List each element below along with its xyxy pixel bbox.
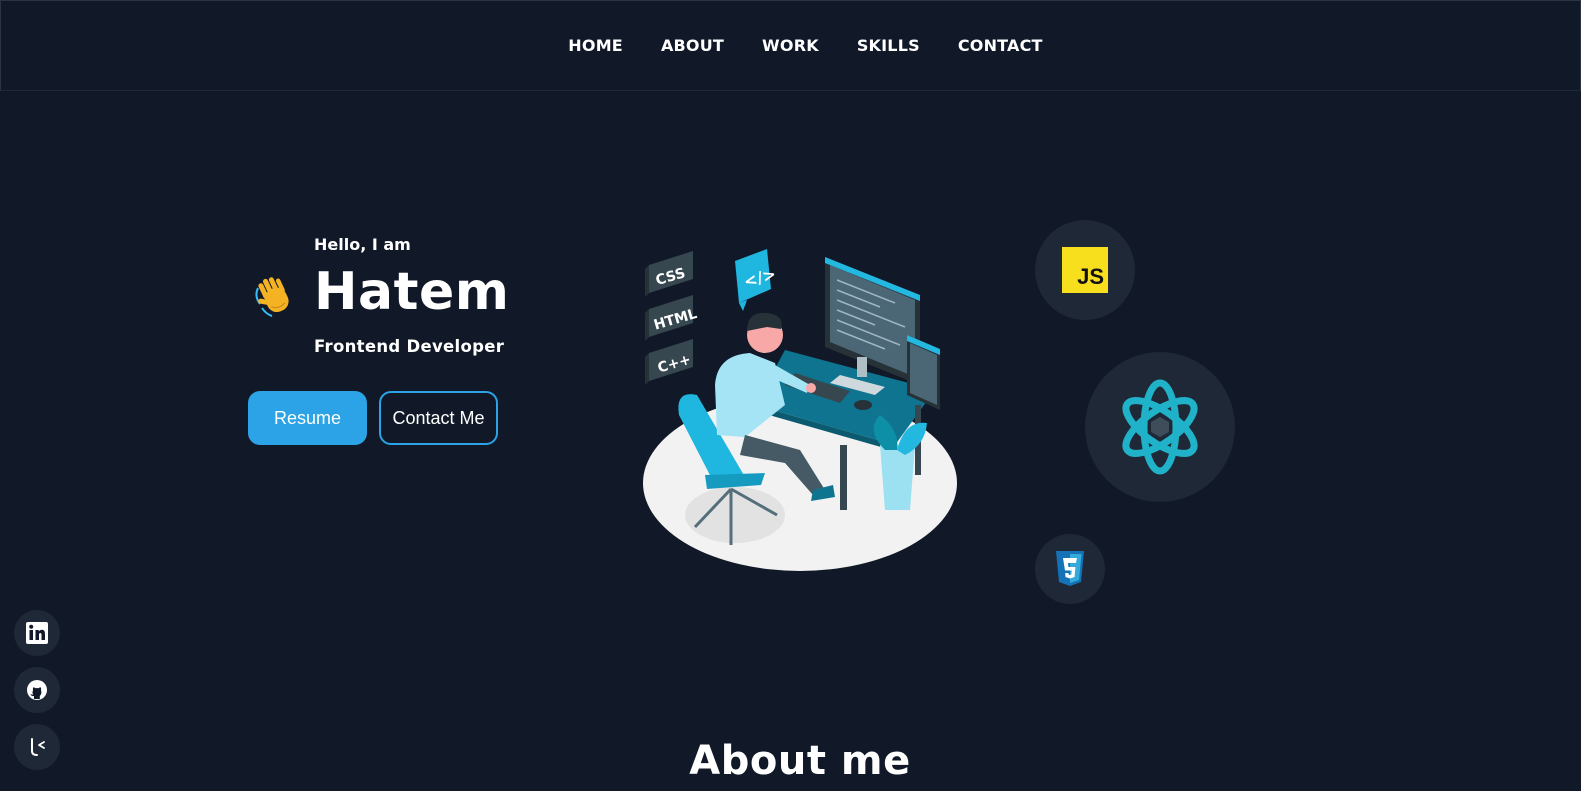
hero-role: Frontend Developer xyxy=(314,337,505,356)
css3-shield-icon xyxy=(1056,551,1084,586)
tag-cpp-icon: C++ xyxy=(645,339,693,385)
resume-button[interactable]: Resume xyxy=(248,391,367,445)
linkedin-icon xyxy=(26,622,48,644)
tag-css-icon: CSS xyxy=(645,251,693,297)
js-badge: JS xyxy=(1062,247,1108,293)
nav-menu: HOME ABOUT WORK SKILLS CONTACT xyxy=(568,36,1042,55)
contact-me-button[interactable]: Contact Me xyxy=(379,391,498,445)
nav-item-skills[interactable]: SKILLS xyxy=(857,36,920,55)
code-badge-icon: </> xyxy=(735,249,778,311)
nav-item-about[interactable]: ABOUT xyxy=(661,36,724,55)
github-icon xyxy=(27,680,47,700)
hero-greeting: Hello, I am xyxy=(314,235,411,254)
react-icon xyxy=(1085,352,1235,502)
tag-html-icon: HTML xyxy=(645,295,699,341)
about-section-title: About me xyxy=(689,738,911,784)
developer-illustration: CSS HTML C++ </> xyxy=(643,249,957,571)
nav-item-contact[interactable]: CONTACT xyxy=(958,36,1043,55)
nav-item-work[interactable]: WORK xyxy=(762,36,819,55)
linkedin-button[interactable] xyxy=(14,610,60,656)
waving-hand-icon xyxy=(255,277,289,317)
top-navbar: HOME ABOUT WORK SKILLS CONTACT xyxy=(0,0,1581,91)
nav-item-home[interactable]: HOME xyxy=(568,36,623,55)
github-button[interactable] xyxy=(14,667,60,713)
css3-icon xyxy=(1035,534,1105,604)
javascript-icon: JS xyxy=(1035,220,1135,320)
react-atom-icon xyxy=(1122,379,1198,475)
hero-name: Hatem xyxy=(314,262,510,322)
